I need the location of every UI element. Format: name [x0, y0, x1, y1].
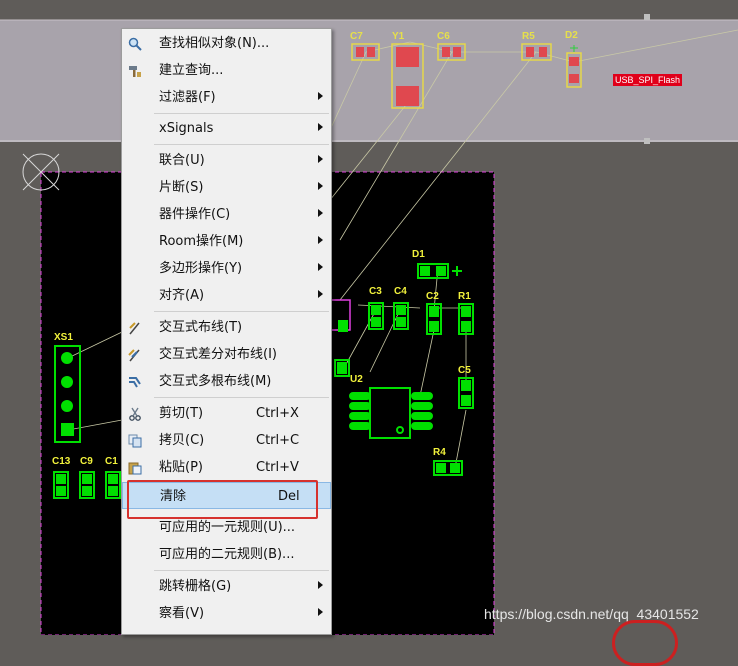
menu-item-label: xSignals	[159, 121, 214, 136]
menu-item-jump-grid[interactable]: 跳转栅格(G)	[122, 573, 331, 600]
menu-item-interactive-route[interactable]: 交互式布线(T)	[122, 314, 331, 341]
menu-item-copy[interactable]: 拷贝(C) Ctrl+C	[122, 427, 331, 454]
component-partial-left[interactable]	[334, 359, 350, 377]
menu-item-label: 查找相似对象(N)...	[159, 36, 270, 51]
copy-icon	[127, 433, 143, 449]
submenu-arrow-icon	[318, 123, 323, 131]
menu-item-multi-route[interactable]: 交互式多根布线(M)	[122, 368, 331, 395]
route-icon	[127, 320, 143, 336]
designator-c7: C7	[350, 31, 363, 42]
menu-item-room-ops[interactable]: Room操作(M)	[122, 228, 331, 255]
menu-item-fragment[interactable]: 片断(S)	[122, 174, 331, 201]
menu-item-shortcut: Ctrl+C	[256, 433, 300, 448]
menu-item-diff-pair-route[interactable]: 交互式差分对布线(I)	[122, 341, 331, 368]
menu-item-find-similar[interactable]: 查找相似对象(N)...	[122, 30, 331, 57]
menu-separator	[154, 397, 329, 398]
menu-item-applicable-binary[interactable]: 可应用的二元规则(B)...	[122, 541, 331, 568]
context-menu[interactable]: 查找相似对象(N)... 建立查询... 过滤器(F) xSignals 联合(…	[121, 28, 332, 635]
designator-y1: Y1	[392, 31, 405, 42]
designator-c13: C13	[52, 456, 71, 467]
menu-item-label: 剪切(T)	[159, 406, 204, 421]
menu-item-label: 交互式多根布线(M)	[159, 374, 272, 389]
menu-item-cut[interactable]: 剪切(T) Ctrl+X	[122, 400, 331, 427]
menu-item-xsignals[interactable]: xSignals	[122, 115, 331, 142]
hammer-icon	[127, 63, 143, 79]
menu-item-shortcut: Ctrl+X	[256, 406, 299, 421]
diff-pair-icon	[127, 347, 143, 363]
menu-item-union[interactable]: 联合(U)	[122, 147, 331, 174]
submenu-arrow-icon	[318, 182, 323, 190]
corner-circle	[612, 620, 678, 666]
designator-c5: C5	[458, 365, 471, 376]
menu-item-filter[interactable]: 过滤器(F)	[122, 84, 331, 111]
designator-u2: U2	[350, 374, 363, 385]
menu-item-build-query[interactable]: 建立查询...	[122, 57, 331, 84]
multi-route-icon	[127, 374, 143, 390]
menu-item-label: 粘贴(P)	[159, 460, 203, 475]
designator-r5: R5	[522, 31, 535, 42]
menu-item-label: 跳转栅格(G)	[159, 579, 232, 594]
menu-item-label: 建立查询...	[159, 63, 224, 78]
menu-item-label: 可应用的一元规则(U)...	[159, 520, 296, 535]
menu-item-label: 交互式差分对布线(I)	[159, 347, 277, 362]
menu-item-label: 可应用的二元规则(B)...	[159, 547, 295, 562]
menu-item-shortcut: Ctrl+V	[256, 460, 299, 475]
menu-item-paste[interactable]: 粘贴(P) Ctrl+V	[122, 454, 331, 481]
scissors-icon	[127, 406, 143, 422]
menu-item-view[interactable]: 察看(V)	[122, 600, 331, 627]
designator-r4: R4	[433, 447, 446, 458]
pcb-canvas[interactable]	[0, 0, 738, 635]
search-icon	[127, 36, 143, 52]
menu-item-label: 多边形操作(Y)	[159, 261, 243, 276]
menu-item-polygon-ops[interactable]: 多边形操作(Y)	[122, 255, 331, 282]
menu-item-label: Room操作(M)	[159, 234, 244, 249]
menu-item-label: 过滤器(F)	[159, 90, 216, 105]
designator-c9: C9	[80, 456, 93, 467]
submenu-arrow-icon	[318, 263, 323, 271]
menu-separator	[154, 113, 329, 114]
submenu-arrow-icon	[318, 209, 323, 217]
menu-item-component-ops[interactable]: 器件操作(C)	[122, 201, 331, 228]
annotation-highlight-box	[127, 480, 318, 519]
submenu-arrow-icon	[318, 155, 323, 163]
menu-item-label: 拷贝(C)	[159, 433, 205, 448]
submenu-arrow-icon	[318, 236, 323, 244]
submenu-arrow-icon	[318, 290, 323, 298]
designator-c3: C3	[369, 286, 382, 297]
menu-item-label: 对齐(A)	[159, 288, 205, 303]
menu-item-label: 交互式布线(T)	[159, 320, 243, 335]
menu-item-align[interactable]: 对齐(A)	[122, 282, 331, 309]
menu-item-label: 联合(U)	[159, 153, 205, 168]
menu-separator	[154, 144, 329, 145]
menu-separator	[154, 311, 329, 312]
designator-d1: D1	[412, 249, 425, 260]
designator-d2: D2	[565, 30, 578, 41]
designator-c2: C2	[426, 291, 439, 302]
submenu-arrow-icon	[318, 581, 323, 589]
watermark: https://blog.csdn.net/qq_43401552	[484, 606, 699, 622]
menu-item-label: 察看(V)	[159, 606, 205, 621]
designator-c6: C6	[437, 31, 450, 42]
designator-r1: R1	[458, 291, 471, 302]
menu-item-label: 片断(S)	[159, 180, 204, 195]
designator-c11: C1	[105, 456, 118, 467]
paste-icon	[127, 460, 143, 476]
room-label[interactable]: USB_SPI_Flash	[613, 74, 683, 86]
menu-item-label: 器件操作(C)	[159, 207, 231, 222]
menu-separator	[154, 570, 329, 571]
designator-c4: C4	[394, 286, 407, 297]
submenu-arrow-icon	[318, 92, 323, 100]
designator-xs1: XS1	[54, 332, 73, 343]
submenu-arrow-icon	[318, 608, 323, 616]
